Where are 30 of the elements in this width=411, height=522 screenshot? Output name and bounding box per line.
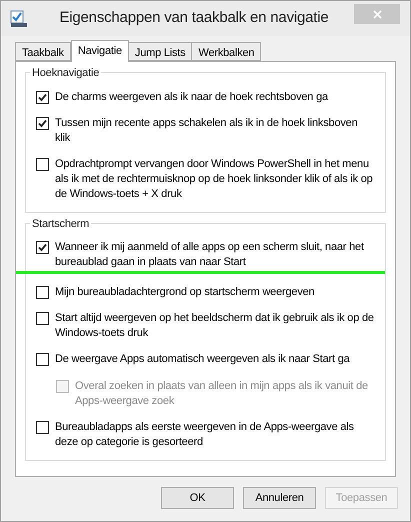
checkmark-icon xyxy=(38,243,47,252)
option-label: Overal zoeken in plaats van alleen in mijn apps als ik vanuit de Apps-weergave zoek xyxy=(75,379,369,409)
checkbox[interactable] xyxy=(36,158,49,170)
option-label: Mijn bureaubladachtergrond op startscherm weergeven xyxy=(55,285,314,300)
group-title: Hoeknavigatie xyxy=(30,65,102,82)
checkbox[interactable] xyxy=(36,353,49,366)
checkmark-icon xyxy=(38,92,47,102)
dialog-button[interactable]: OK xyxy=(161,487,234,509)
option-label: De weergave Apps automatisch weergeven als ik naar Start ga xyxy=(55,352,350,367)
close-icon xyxy=(372,10,382,18)
window-title: Eigenschappen van taakbalk en navigatie xyxy=(59,8,329,28)
checkbox[interactable] xyxy=(36,241,49,254)
tab[interactable]: Taakbalk xyxy=(15,42,71,61)
option-label: De charms weergeven als ik naar de hoek rechtsboven ga xyxy=(55,90,328,104)
tab[interactable]: Jump Lists xyxy=(128,42,192,61)
option-label: Tussen mijn recente apps schakelen als ik in de hoek linksboven klik xyxy=(55,116,359,146)
checkmark-icon xyxy=(38,118,47,128)
option-label: Opdrachtprompt vervangen door Windows PowerShell in het menu als ik met de rechtermuisknop op de hoek linksonder klik of als ik op de Windows-toets + X druk xyxy=(55,156,374,202)
window-icon xyxy=(10,10,28,28)
option-label: Wanneer ik mij aanmeld of alle apps op een scherm sluit, naar het bureaublad gaan in plaats van naar Start xyxy=(55,240,365,270)
option-label: Bureaubladapps als eerste weergeven in de Apps-weergave als deze op categorie is gesorteerd xyxy=(55,420,355,450)
checkbox[interactable] xyxy=(36,286,49,299)
option-label: Start altijd weergeven op het beeldscherm dat ik gebruik als ik op de Windows-toets druk xyxy=(55,311,375,341)
checkbox[interactable] xyxy=(36,421,49,434)
tab[interactable]: Navigatie xyxy=(70,40,129,62)
checkbox[interactable] xyxy=(36,312,49,325)
tab[interactable]: Werkbalken xyxy=(191,42,262,61)
checkbox[interactable] xyxy=(36,116,49,130)
dialog-button[interactable]: Annuleren xyxy=(243,487,316,509)
checkbox[interactable] xyxy=(36,90,49,104)
